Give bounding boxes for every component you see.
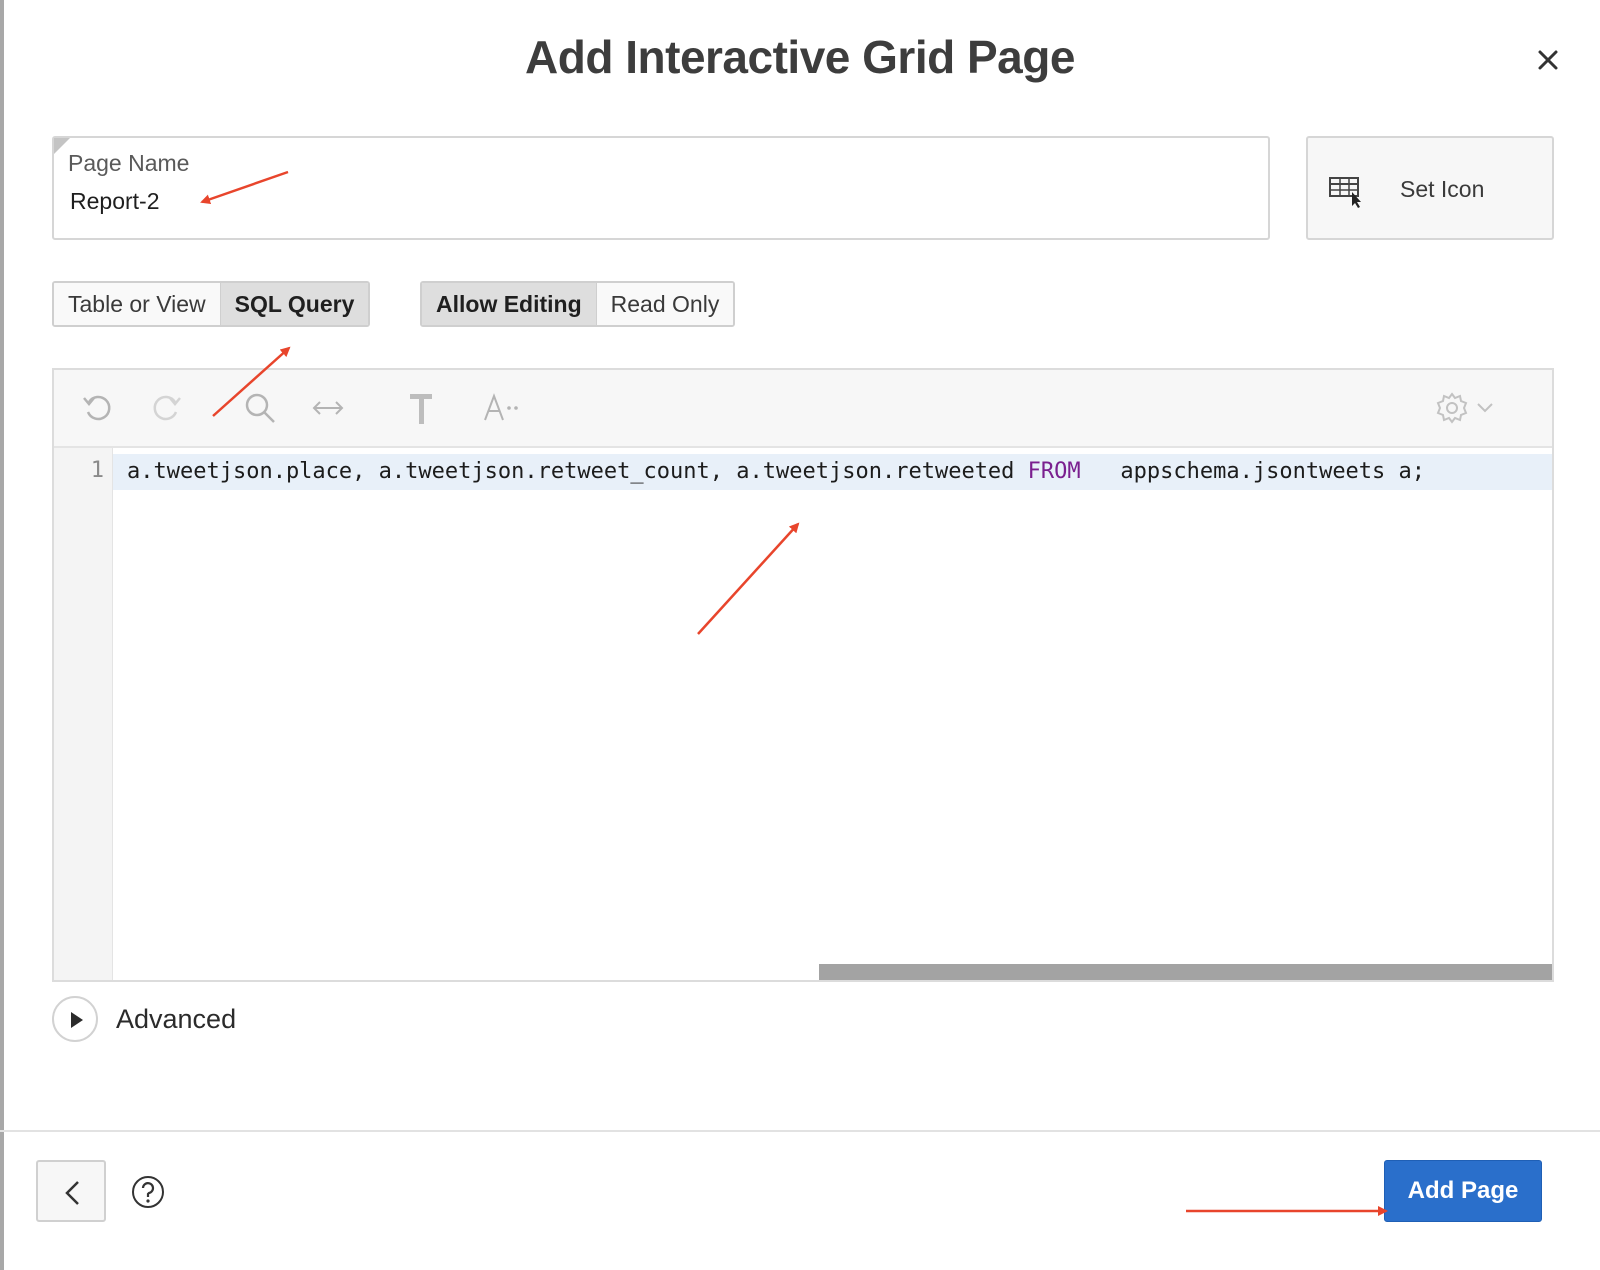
horizontal-scrollbar[interactable] (819, 964, 1552, 980)
search-button[interactable] (242, 390, 278, 426)
option-allow-editing[interactable]: Allow Editing (422, 283, 596, 325)
gear-icon (1436, 392, 1493, 424)
add-interactive-grid-page-dialog: Add Interactive Grid Page Page Name Set … (0, 0, 1600, 1270)
footer-divider (0, 1130, 1600, 1132)
line-number-gutter: 1 (54, 448, 113, 980)
redo-icon (153, 395, 181, 421)
undo-icon (83, 395, 111, 421)
previous-button[interactable] (36, 1160, 106, 1222)
hammer-icon (410, 394, 432, 424)
font-size-button[interactable] (482, 390, 518, 426)
editor-toolbar (54, 370, 1552, 448)
line-number: 1 (90, 458, 104, 483)
close-button[interactable] (1530, 42, 1566, 78)
code-text: a.tweetjson.place, a.tweetjson.retweet_c… (127, 459, 1028, 484)
code-text-area[interactable]: a.tweetjson.place, a.tweetjson.retweet_c… (113, 448, 1552, 980)
page-name-label: Page Name (68, 150, 190, 176)
editing-mode-toggle: Allow Editing Read Only (420, 281, 736, 327)
advanced-label[interactable]: Advanced (116, 1004, 236, 1035)
validate-button[interactable] (404, 390, 440, 426)
option-read-only[interactable]: Read Only (595, 283, 734, 325)
dialog-title: Add Interactive Grid Page (525, 31, 1075, 83)
advanced-expand-button[interactable] (52, 996, 98, 1042)
sql-keyword: FROM (1027, 459, 1081, 484)
option-sql-query[interactable]: SQL Query (219, 283, 369, 325)
undo-button[interactable] (80, 390, 116, 426)
font-size-icon (484, 393, 518, 421)
code-line[interactable]: a.tweetjson.place, a.tweetjson.retweet_c… (113, 454, 1552, 490)
search-icon (245, 393, 275, 423)
chevron-left-icon (65, 1181, 79, 1205)
play-triangle-icon (71, 1012, 83, 1028)
transform-case-button[interactable] (310, 390, 346, 426)
grid-cursor-icon (1329, 177, 1361, 208)
help-icon (132, 1176, 164, 1208)
page-name-input[interactable] (68, 188, 1172, 215)
transform-icon (312, 401, 344, 415)
window-edge (0, 0, 4, 1270)
redo-button[interactable] (148, 390, 184, 426)
source-type-toggle: Table or View SQL Query (52, 281, 371, 327)
option-table-or-view[interactable]: Table or View (54, 283, 220, 325)
editor-settings-menu[interactable] (1436, 390, 1500, 426)
sql-code-editor: 1 a.tweetjson.place, a.tweetjson.retweet… (52, 368, 1554, 982)
close-icon (1538, 50, 1558, 70)
add-page-button[interactable]: Add Page (1384, 1160, 1542, 1222)
set-icon-label: Set Icon (1400, 176, 1485, 202)
set-icon-button[interactable]: Set Icon (1306, 136, 1554, 240)
code-text: appschema.jsontweets a; (1080, 459, 1426, 484)
help-button[interactable] (130, 1174, 166, 1210)
page-name-field: Page Name (52, 136, 1270, 240)
